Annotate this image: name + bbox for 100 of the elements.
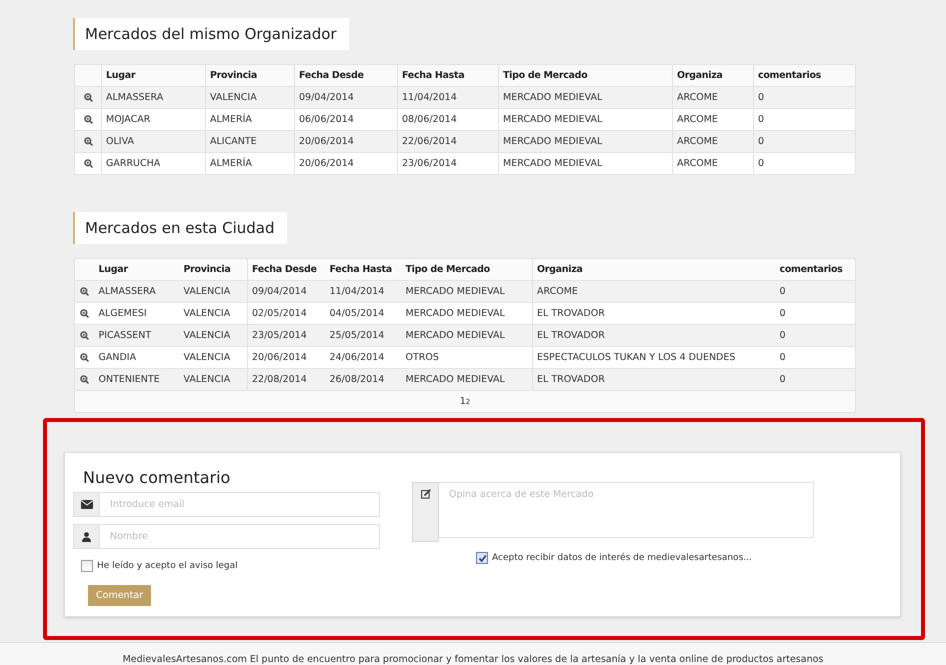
table-cell: 20/06/2014 [299,158,354,169]
zoom-icon[interactable] [80,330,90,340]
table-cell: MERCADO MEDIEVAL [503,158,602,169]
table-cell: 06/06/2014 [299,114,354,125]
column-header: Lugar [106,70,136,81]
table-cell: MERCADO MEDIEVAL [406,286,505,297]
table-cell: ALMERÍA [210,114,252,125]
table-cell: 04/05/2014 [330,308,384,319]
table-cell: 11/04/2014 [402,92,457,103]
checkbox[interactable] [476,552,488,564]
table-cell: 26/08/2014 [330,374,384,385]
column-header: Fecha Desde [299,70,364,81]
table-cell: 22/06/2014 [402,136,457,147]
section-title: Mercados del mismo Organizador [73,18,349,50]
table-cell: 24/06/2014 [330,352,384,363]
table-cell: GANDIA [98,352,136,363]
column-header: Provincia [210,70,257,81]
table-cell: ALMASSERA [98,286,156,297]
table-cell: EL TROVADOR [537,330,605,341]
comment-field[interactable]: Opina acerca de este Mercado [439,482,814,538]
table-cell: ALMASSERA [106,92,164,103]
table-cell: 08/06/2014 [402,114,457,125]
table-cell: 23/05/2014 [252,330,307,341]
name-field[interactable]: Nombre [100,524,380,549]
table-cell: ALICANTE [210,136,257,147]
table-cell: ONTENIENTE [98,374,160,385]
table-cell: MERCADO MEDIEVAL [503,136,602,147]
table-cell: 0 [758,92,764,103]
zoom-icon[interactable] [84,92,92,102]
envelope-icon [80,500,92,509]
table-cell: 0 [780,308,786,319]
table-cell: 20/06/2014 [299,136,354,147]
table-cell: 11/04/2014 [330,286,384,297]
table-cell: VALENCIA [184,286,230,297]
table-cell: 20/06/2014 [252,352,307,363]
table-cell: ARCOME [537,286,578,297]
footer-text: MedievalesArtesanos.com El punto de encuentro para promocionar y fomentar los valores de la artesanía y la venta online de productos artesanos [122,654,824,665]
page-link[interactable]: 1 [460,396,466,407]
table-cell: EL TROVADOR [537,308,605,319]
column-header: Lugar [98,264,128,275]
checkbox-label: He leído y acepto el aviso legal [97,561,238,571]
table-cell: MERCADO MEDIEVAL [503,92,602,103]
zoom-icon[interactable] [80,286,90,296]
table-cell: ALGEMESI [98,308,147,319]
table-cell: ALMERÍA [210,158,252,169]
column-header: Tipo de Mercado [406,264,490,275]
column-header: Fecha Hasta [402,70,464,81]
table-cell: 0 [780,352,786,363]
table-cell: 09/04/2014 [299,92,354,103]
column-header: Organiza [537,264,583,275]
table-cell: OTROS [406,352,439,363]
zoom-icon[interactable] [80,308,90,318]
table-cell: 0 [780,330,786,341]
table-cell: ARCOME [677,114,718,125]
table-cell: MERCADO MEDIEVAL [406,330,505,341]
table-cell: 09/04/2014 [252,286,307,297]
edit-icon [420,489,430,499]
table-cell: 23/06/2014 [402,158,457,169]
table-cell: 0 [780,374,786,385]
zoom-icon[interactable] [80,374,90,384]
table-cell: MERCADO MEDIEVAL [503,114,602,125]
table-cell: PICASSENT [98,330,152,341]
table-cell: VALENCIA [210,92,257,103]
checkbox-label: Acepto recibir datos de interés de medievalesartesanos... [492,553,752,563]
column-header: Organiza [677,70,723,81]
table-cell: MERCADO MEDIEVAL [406,308,505,319]
table-cell: OLIVA [106,136,134,147]
column-header: comentarios [780,264,843,275]
table-cell: VALENCIA [184,352,230,363]
table-cell: 0 [780,286,786,297]
email-field[interactable]: Introduce email [100,492,380,517]
form-title: Nuevo comentario [83,468,232,487]
table-cell: ARCOME [677,158,718,169]
table-cell: EL TROVADOR [537,374,605,385]
column-header: Fecha Desde [252,264,317,275]
table-cell: 02/05/2014 [252,308,307,319]
checkbox[interactable] [81,560,93,572]
section-title: Mercados en esta Ciudad [73,212,286,244]
zoom-icon[interactable] [80,352,90,362]
column-header: Fecha Hasta [330,264,392,275]
table-cell: 0 [758,114,764,125]
table-cell: VALENCIA [184,308,230,319]
table-cell: ARCOME [677,136,718,147]
column-header: comentarios [758,70,822,81]
table-cell: MERCADO MEDIEVAL [406,374,505,385]
table-cell: MOJACAR [106,114,150,125]
column-header: Provincia [184,264,230,275]
table-cell: ARCOME [677,92,718,103]
column-header: Tipo de Mercado [503,70,588,81]
zoom-icon[interactable] [84,158,92,168]
zoom-icon[interactable] [84,114,92,124]
table-cell: GARRUCHA [106,158,160,169]
user-icon [82,532,91,542]
table-cell: 0 [758,158,764,169]
table-cell: VALENCIA [184,330,230,341]
table-cell: 25/05/2014 [330,330,384,341]
table-cell: ESPECTACULOS TUKAN Y LOS 4 DUENDES [537,352,736,363]
table-cell: VALENCIA [184,374,230,385]
table-cell: 22/08/2014 [252,374,307,385]
zoom-icon[interactable] [84,136,92,146]
